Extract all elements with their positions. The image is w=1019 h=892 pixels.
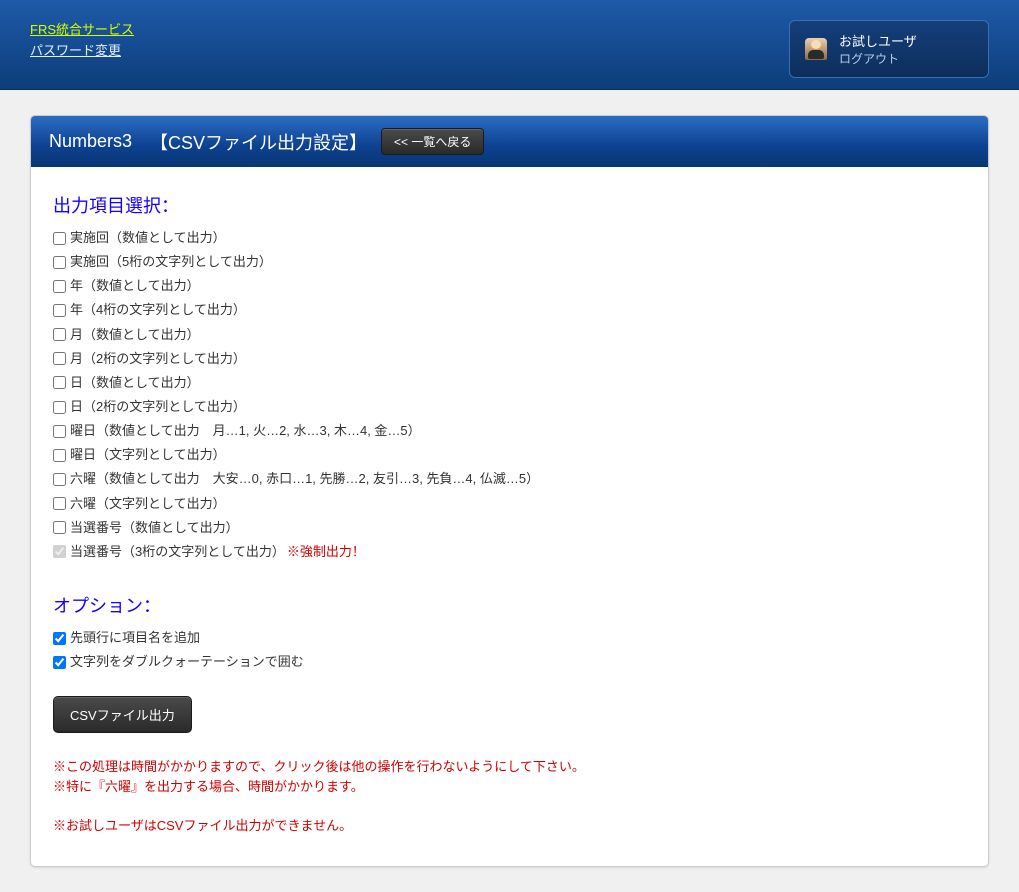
output-item-label: 実施回（数値として出力） (70, 228, 226, 248)
output-item-checkbox[interactable] (53, 473, 66, 486)
csv-export-button[interactable]: CSVファイル出力 (53, 696, 192, 733)
top-header: FRS統合サービス パスワード変更 お試しユーザ ログアウト (0, 0, 1019, 90)
output-item-row: 六曜（数値として出力 大安…0, 赤口…1, 先勝…2, 友引…3, 先負…4,… (53, 467, 966, 491)
output-item-label: 月（2桁の文字列として出力） (70, 349, 246, 369)
output-item-label: 日（数値として出力） (70, 373, 200, 393)
output-item-row: 曜日（文字列として出力） (53, 443, 966, 467)
output-item-label: 当選番号（数値として出力） (70, 518, 239, 538)
logout-link[interactable]: ログアウト (839, 50, 917, 67)
output-item-row: 日（数値として出力） (53, 371, 966, 395)
output-item-label: 実施回（5桁の文字列として出力） (70, 252, 272, 272)
panel-title-section: 【CSVファイル出力設定】 (150, 129, 367, 155)
username-label: お試しユーザ (839, 31, 917, 50)
output-item-label: 日（2桁の文字列として出力） (70, 397, 246, 417)
output-item-checkbox[interactable] (53, 328, 66, 341)
output-item-row: 年（数値として出力） (53, 274, 966, 298)
output-item-row: 曜日（数値として出力 月…1, 火…2, 水…3, 木…4, 金…5） (53, 419, 966, 443)
option-row: 文字列をダブルクォーテーションで囲む (53, 650, 966, 674)
options-list: 先頭行に項目名を追加文字列をダブルクォーテーションで囲む (53, 626, 966, 674)
main-container: Numbers3 【CSVファイル出力設定】 << 一覧へ戻る 出力項目選択： … (0, 90, 1019, 892)
service-link[interactable]: FRS統合サービス (30, 20, 134, 41)
user-avatar-icon (805, 38, 827, 60)
output-item-label: 年（数値として出力） (70, 276, 200, 296)
forced-output-note: ※強制出力！ (287, 542, 365, 562)
csv-settings-panel: Numbers3 【CSVファイル出力設定】 << 一覧へ戻る 出力項目選択： … (30, 115, 989, 867)
option-label: 先頭行に項目名を追加 (70, 628, 200, 648)
output-item-checkbox[interactable] (53, 376, 66, 389)
output-item-label: 曜日（文字列として出力） (70, 445, 226, 465)
output-item-label: 六曜（数値として出力 大安…0, 赤口…1, 先勝…2, 友引…3, 先負…4,… (70, 469, 539, 489)
output-item-checkbox[interactable] (53, 280, 66, 293)
output-item-label: 六曜（文字列として出力） (70, 494, 226, 514)
output-item-row: 実施回（5桁の文字列として出力） (53, 250, 966, 274)
option-checkbox[interactable] (53, 656, 66, 669)
user-box: お試しユーザ ログアウト (789, 20, 989, 78)
option-row: 先頭行に項目名を追加 (53, 626, 966, 650)
warning-text-2: ※特に『六曜』を出力する場合、時間がかかります。 (53, 777, 966, 797)
output-item-row: 当選番号（3桁の文字列として出力） ※強制出力！ (53, 540, 966, 564)
output-item-row: 六曜（文字列として出力） (53, 492, 966, 516)
output-item-row: 実施回（数値として出力） (53, 226, 966, 250)
user-info: お試しユーザ ログアウト (839, 31, 917, 67)
header-links: FRS統合サービス パスワード変更 (30, 20, 134, 62)
output-item-row: 日（2桁の文字列として出力） (53, 395, 966, 419)
options-heading: オプション： (53, 592, 966, 618)
option-label: 文字列をダブルクォーテーションで囲む (70, 652, 304, 672)
panel-header: Numbers3 【CSVファイル出力設定】 << 一覧へ戻る (31, 116, 988, 167)
output-item-checkbox[interactable] (53, 232, 66, 245)
warning-block-1: ※この処理は時間がかかりますので、クリック後は他の操作を行わないようにして下さい… (53, 757, 966, 796)
output-item-row: 年（4桁の文字列として出力） (53, 298, 966, 322)
output-item-checkbox[interactable] (53, 449, 66, 462)
output-item-row: 月（2桁の文字列として出力） (53, 347, 966, 371)
warning-text-1: ※この処理は時間がかかりますので、クリック後は他の操作を行わないようにして下さい… (53, 757, 966, 777)
output-item-checkbox[interactable] (53, 521, 66, 534)
output-items-list: 実施回（数値として出力） 実施回（5桁の文字列として出力） 年（数値として出力） 年（… (53, 226, 966, 564)
back-to-list-button[interactable]: << 一覧へ戻る (381, 128, 484, 155)
output-item-label: 月（数値として出力） (70, 325, 200, 345)
output-items-heading: 出力項目選択： (53, 192, 966, 218)
output-item-checkbox[interactable] (53, 304, 66, 317)
output-item-checkbox[interactable] (53, 401, 66, 414)
output-item-row: 当選番号（数値として出力） (53, 516, 966, 540)
output-item-checkbox[interactable] (53, 425, 66, 438)
output-item-label: 曜日（数値として出力 月…1, 火…2, 水…3, 木…4, 金…5） (70, 421, 421, 441)
password-change-link[interactable]: パスワード変更 (30, 41, 134, 62)
output-item-checkbox[interactable] (53, 497, 66, 510)
output-item-checkbox[interactable] (53, 256, 66, 269)
output-item-checkbox (53, 545, 66, 558)
option-checkbox[interactable] (53, 632, 66, 645)
panel-body: 出力項目選択： 実施回（数値として出力） 実施回（5桁の文字列として出力） 年（数値… (31, 167, 988, 866)
output-item-checkbox[interactable] (53, 352, 66, 365)
output-item-label: 年（4桁の文字列として出力） (70, 300, 246, 320)
output-item-row: 月（数値として出力） (53, 323, 966, 347)
warning-text-3: ※お試しユーザはCSVファイル出力ができません。 (53, 816, 966, 836)
output-item-label: 当選番号（3桁の文字列として出力） (70, 542, 285, 562)
panel-title-name: Numbers3 (49, 131, 132, 152)
